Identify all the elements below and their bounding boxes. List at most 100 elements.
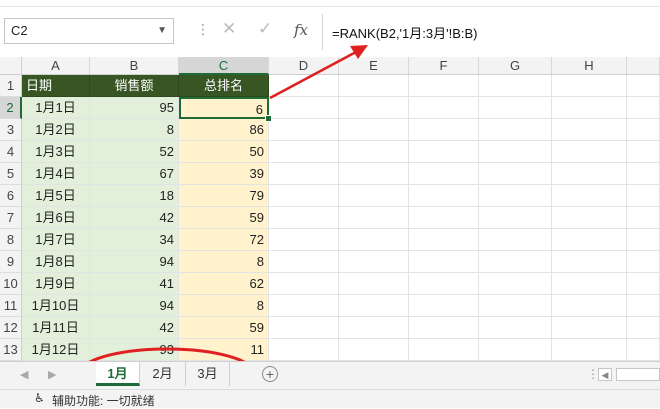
sheet-nav-next-icon[interactable]: ▶ (48, 368, 56, 381)
cell-empty[interactable] (409, 251, 479, 273)
sales-cell[interactable]: 8 (90, 119, 179, 141)
cell-empty[interactable] (627, 317, 660, 339)
sheet-tab-1[interactable]: 1月 (96, 362, 140, 386)
accessibility-status[interactable]: 辅助功能: 一切就绪 (52, 392, 155, 409)
sales-cell[interactable]: 95 (90, 97, 179, 119)
cell-empty[interactable] (479, 273, 552, 295)
cell-empty[interactable] (627, 119, 660, 141)
sales-cell[interactable]: 93 (90, 339, 179, 361)
cell-empty[interactable] (552, 317, 627, 339)
date-cell[interactable]: 1月3日 (22, 141, 90, 163)
cell-empty[interactable] (269, 141, 339, 163)
date-cell[interactable]: 1月11日 (22, 317, 90, 339)
header-date[interactable]: 日期 (22, 75, 90, 97)
cell-empty[interactable] (339, 163, 409, 185)
cell-empty[interactable] (552, 141, 627, 163)
column-header-e[interactable]: E (339, 57, 409, 75)
cell-empty[interactable] (339, 273, 409, 295)
sales-cell[interactable]: 18 (90, 185, 179, 207)
cell-empty[interactable] (479, 295, 552, 317)
cell-empty[interactable] (409, 185, 479, 207)
cell-empty[interactable] (479, 185, 552, 207)
cell-empty[interactable] (339, 339, 409, 361)
add-sheet-button[interactable]: + (262, 366, 278, 382)
cell-empty[interactable] (627, 75, 660, 97)
sales-cell[interactable]: 94 (90, 251, 179, 273)
sales-cell[interactable]: 94 (90, 295, 179, 317)
cell-empty[interactable] (269, 339, 339, 361)
sales-cell[interactable]: 42 (90, 207, 179, 229)
date-cell[interactable]: 1月12日 (22, 339, 90, 361)
cell-empty[interactable] (552, 339, 627, 361)
cell-empty[interactable] (627, 185, 660, 207)
cell-empty[interactable] (269, 273, 339, 295)
sales-cell[interactable]: 42 (90, 317, 179, 339)
sales-cell[interactable]: 52 (90, 141, 179, 163)
cell-empty[interactable] (479, 97, 552, 119)
cell-empty[interactable] (409, 75, 479, 97)
cell-empty[interactable] (479, 207, 552, 229)
row-header-6[interactable]: 6 (0, 185, 22, 207)
cell-empty[interactable] (552, 163, 627, 185)
row-header-10[interactable]: 10 (0, 273, 22, 295)
sheet-tab-3[interactable]: 3月 (186, 362, 230, 386)
fill-handle[interactable] (265, 115, 272, 122)
date-cell[interactable]: 1月7日 (22, 229, 90, 251)
cell-empty[interactable] (269, 163, 339, 185)
sales-cell[interactable]: 41 (90, 273, 179, 295)
row-header-8[interactable]: 8 (0, 229, 22, 251)
cell-empty[interactable] (627, 163, 660, 185)
cell-empty[interactable] (339, 229, 409, 251)
cell-empty[interactable] (552, 185, 627, 207)
column-header-f[interactable]: F (409, 57, 479, 75)
cell-empty[interactable] (339, 97, 409, 119)
row-header-11[interactable]: 11 (0, 295, 22, 317)
cell-empty[interactable] (479, 163, 552, 185)
column-header-h[interactable]: H (552, 57, 627, 75)
date-cell[interactable]: 1月1日 (22, 97, 90, 119)
scroll-left-button[interactable]: ◀ (598, 368, 612, 381)
cell-empty[interactable] (339, 75, 409, 97)
column-header-c[interactable]: C (179, 57, 269, 75)
cell-empty[interactable] (409, 119, 479, 141)
insert-function-button[interactable]: fx (294, 21, 308, 39)
rank-cell[interactable]: 39 (179, 163, 269, 185)
row-header-13[interactable]: 13 (0, 339, 22, 361)
date-cell[interactable]: 1月2日 (22, 119, 90, 141)
row-header-5[interactable]: 5 (0, 163, 22, 185)
cell-empty[interactable] (409, 141, 479, 163)
cell-empty[interactable] (339, 207, 409, 229)
row-header-1[interactable]: 1 (0, 75, 22, 97)
cell-empty[interactable] (409, 229, 479, 251)
row-header-9[interactable]: 9 (0, 251, 22, 273)
cell-empty[interactable] (552, 251, 627, 273)
cancel-icon[interactable]: ✕ (222, 19, 236, 39)
accessibility-icon[interactable]: ♿ (34, 391, 45, 405)
cell-empty[interactable] (339, 141, 409, 163)
cell-empty[interactable] (269, 317, 339, 339)
cell-empty[interactable] (269, 295, 339, 317)
rank-cell[interactable]: 59 (179, 207, 269, 229)
rank-cell[interactable]: 62 (179, 273, 269, 295)
header-total-rank[interactable]: 总排名 (179, 75, 269, 97)
cell-empty[interactable] (479, 141, 552, 163)
column-header-d[interactable]: D (269, 57, 339, 75)
cell-empty[interactable] (479, 317, 552, 339)
horizontal-scrollbar[interactable] (616, 368, 660, 381)
cell-empty[interactable] (269, 251, 339, 273)
formula-input[interactable]: =RANK(B2,'1月:3月'!B:B) (332, 23, 477, 42)
date-cell[interactable]: 1月8日 (22, 251, 90, 273)
sheet-tab-2[interactable]: 2月 (140, 362, 186, 386)
cell-empty[interactable] (269, 185, 339, 207)
sheet-nav-prev-icon[interactable]: ◀ (20, 368, 28, 381)
row-header-12[interactable]: 12 (0, 317, 22, 339)
chevron-down-icon[interactable]: ▼ (157, 19, 167, 43)
rank-cell[interactable]: 79 (179, 185, 269, 207)
rank-cell[interactable]: 86 (179, 119, 269, 141)
cell-empty[interactable] (627, 295, 660, 317)
date-cell[interactable]: 1月4日 (22, 163, 90, 185)
cell-empty[interactable] (627, 251, 660, 273)
header-sales[interactable]: 销售额 (90, 75, 179, 97)
sales-cell[interactable]: 67 (90, 163, 179, 185)
cell-empty[interactable] (269, 229, 339, 251)
